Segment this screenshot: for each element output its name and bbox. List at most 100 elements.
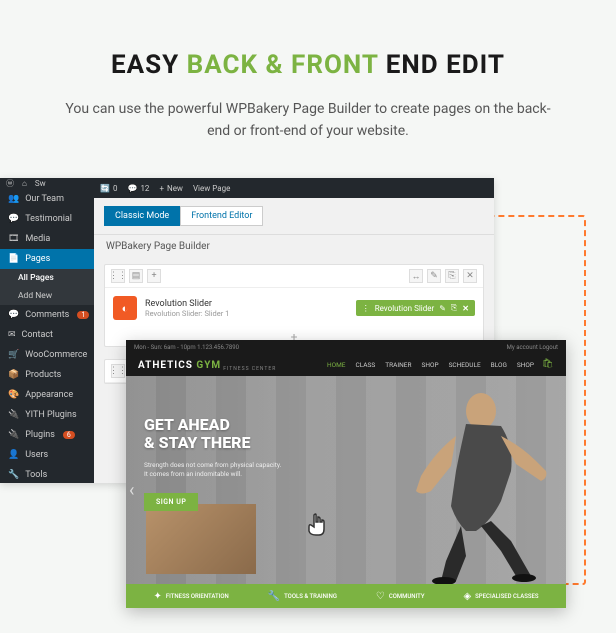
- add-icon[interactable]: +: [147, 269, 161, 283]
- menu-label: Plugins: [25, 430, 55, 440]
- wp-sidebar: ⓦ ⌂ Sw 👥 Our Team 💬Testimonial🎞Media 📄 Pages…: [0, 178, 94, 483]
- rs-pill-clone-icon[interactable]: ⎘: [451, 303, 457, 313]
- wpb-title: WPBakery Page Builder: [94, 234, 494, 258]
- updates-icon[interactable]: 🔄 0: [100, 184, 117, 193]
- feature-fitness-orientation[interactable]: ✦ FITNESS ORIENTATION: [153, 591, 228, 602]
- classic-mode-tab[interactable]: Classic Mode: [104, 206, 180, 226]
- feature-icon: 🔧: [268, 591, 280, 602]
- feature-label: FITNESS ORIENTATION: [166, 593, 229, 600]
- hero-sub-2: It comes from an indomitable will.: [144, 470, 346, 479]
- feature-label: TOOLS & TRAINING: [284, 593, 337, 600]
- feature-tools-training[interactable]: 🔧 TOOLS & TRAINING: [268, 591, 337, 602]
- menu-label: YITH Plugins: [25, 410, 76, 420]
- badge: 6: [63, 431, 75, 439]
- sidebar-item-comments[interactable]: 💬Comments1: [0, 305, 94, 325]
- hero-sub-1: Strength does not come from physical cap…: [144, 461, 346, 470]
- column-icon[interactable]: ▤: [129, 269, 143, 283]
- nav-class[interactable]: CLASS: [355, 361, 375, 369]
- clone-icon[interactable]: ⎘: [445, 269, 459, 283]
- badge: 1: [77, 311, 89, 319]
- fe-topbar-left: Mon - Sun: 6am - 10pm 1.123.456.7890: [134, 344, 239, 351]
- menu-icon: 🔧: [8, 470, 19, 480]
- edit-icon[interactable]: ✎: [427, 269, 441, 283]
- nav-schedule[interactable]: SCHEDULE: [449, 361, 481, 369]
- revolution-slider-element[interactable]: ◐ Revolution Slider Revolution Slider: S…: [105, 288, 483, 328]
- logo-part-a: ATHETICS: [138, 360, 193, 371]
- wp-admin-bar-right: 🔄 0 💬 12 + New View Page: [94, 178, 494, 198]
- sidebar-sub-add-new[interactable]: Add New: [0, 287, 94, 305]
- wp-home-icon[interactable]: ⌂: [22, 179, 27, 188]
- new-link[interactable]: + New: [159, 184, 183, 193]
- cart-icon[interactable]: 🛍: [542, 359, 554, 371]
- frontend-editor-tab[interactable]: Frontend Editor: [180, 206, 263, 226]
- menu-label: Contact: [22, 330, 53, 340]
- comments-icon[interactable]: 💬 12: [127, 184, 149, 193]
- sidebar-item-pages[interactable]: 📄 Pages: [0, 249, 94, 269]
- rs-title: Revolution Slider: [145, 299, 348, 309]
- sidebar-item-woocommerce[interactable]: 🛒WooCommerce: [0, 345, 94, 365]
- fe-logo-tagline: FITNESS CENTER: [223, 366, 276, 372]
- menu-label: Our Team: [25, 194, 64, 204]
- menu-label: Products: [25, 370, 61, 380]
- nav-blog[interactable]: BLOG: [491, 361, 507, 369]
- slider-prev-arrow[interactable]: ‹: [129, 480, 134, 501]
- sidebar-item-yith-plugins[interactable]: 🔌 YITH Plugins: [0, 405, 94, 425]
- menu-label: Users: [25, 450, 48, 460]
- sidebar-item-testimonial[interactable]: 💬Testimonial: [0, 209, 94, 229]
- sidebar-item-plugins[interactable]: 🔌Plugins6: [0, 425, 94, 445]
- wp-sw[interactable]: Sw: [35, 179, 46, 188]
- page-heading: EASY BACK & FRONT END EDIT: [0, 0, 616, 98]
- menu-icon: 🔌: [8, 410, 19, 420]
- fe-feature-bar: ✦ FITNESS ORIENTATION 🔧 TOOLS & TRAINING ♡ CO…: [126, 584, 566, 608]
- hero-sub: Strength does not come from physical cap…: [144, 461, 346, 479]
- sidebar-item-products[interactable]: 📦 Products: [0, 365, 94, 385]
- nav-shop[interactable]: SHOP: [517, 361, 534, 369]
- sidebar-item-tools[interactable]: 🔧Tools: [0, 465, 94, 485]
- drag-icon[interactable]: ⋮⋮: [111, 364, 125, 378]
- sidebar-item-appearance[interactable]: 🎨Appearance: [0, 385, 94, 405]
- fe-nav: HOME CLASS TRAINER SHOP SCHEDULE BLOG SHOP: [327, 361, 534, 369]
- feature-community[interactable]: ♡ COMMUNITY: [376, 591, 425, 602]
- rs-pill-drag-icon: ⋮: [362, 304, 370, 313]
- view-page-link[interactable]: View Page: [193, 184, 230, 193]
- fe-logo[interactable]: ATHETICS GYM: [138, 360, 221, 371]
- nav-trainer[interactable]: TRAINER: [385, 361, 411, 369]
- menu-icon: 🎞: [8, 234, 19, 244]
- page-subtitle: You can use the powerful WPBakery Page B…: [0, 98, 616, 173]
- menu-icon: 📦: [8, 370, 19, 380]
- rs-pill-edit-icon[interactable]: ✎: [439, 304, 446, 313]
- menu-icon: 🛒: [8, 350, 19, 360]
- rs-pill[interactable]: ⋮ Revolution Slider ✎ ⎘ ✕: [356, 300, 475, 316]
- feature-icon: ◈: [463, 591, 471, 602]
- feature-icon: ♡: [376, 591, 385, 602]
- wpb-mode-tabs: Classic Mode Frontend Editor: [94, 198, 494, 234]
- sidebar-item-users[interactable]: 👤Users: [0, 445, 94, 465]
- nav-home[interactable]: HOME: [327, 361, 345, 369]
- feature-icon: ✦: [153, 591, 161, 602]
- heading-easy: EASY: [111, 50, 179, 80]
- move-icon[interactable]: ↔: [409, 269, 423, 283]
- sidebar-item-our-team[interactable]: 👥 Our Team: [0, 189, 94, 209]
- revslider-icon: ◐: [113, 296, 137, 320]
- menu-icon: 📄: [8, 254, 19, 264]
- signup-button[interactable]: SIGN UP: [144, 493, 198, 511]
- rs-sub: Revolution Slider: Slider 1: [145, 309, 348, 318]
- menu-label: Pages: [25, 254, 50, 264]
- rs-pill-close-icon[interactable]: ✕: [462, 304, 469, 313]
- menu-icon: 🎨: [8, 390, 19, 400]
- fe-topbar-right[interactable]: My account Logout: [507, 344, 558, 351]
- menu-icon: ✉: [8, 330, 16, 340]
- menu-icon: 👥: [8, 194, 19, 204]
- wp-admin-bar: ⓦ ⌂ Sw: [0, 178, 94, 189]
- fe-topbar: Mon - Sun: 6am - 10pm 1.123.456.7890 My …: [126, 340, 566, 354]
- heading-endedit: END EDIT: [386, 50, 505, 80]
- nav-shop[interactable]: SHOP: [421, 361, 438, 369]
- delete-icon[interactable]: ✕: [463, 269, 477, 283]
- feature-label: COMMUNITY: [389, 593, 425, 600]
- sidebar-item-media[interactable]: 🎞Media: [0, 229, 94, 249]
- feature-specialised-classes[interactable]: ◈ SPECIALISED CLASSES: [463, 591, 538, 602]
- drag-icon[interactable]: ⋮⋮: [111, 269, 125, 283]
- feature-label: SPECIALISED CLASSES: [475, 593, 538, 600]
- sidebar-sub-all-pages[interactable]: All Pages: [0, 269, 94, 287]
- sidebar-item-contact[interactable]: ✉ Contact: [0, 325, 94, 345]
